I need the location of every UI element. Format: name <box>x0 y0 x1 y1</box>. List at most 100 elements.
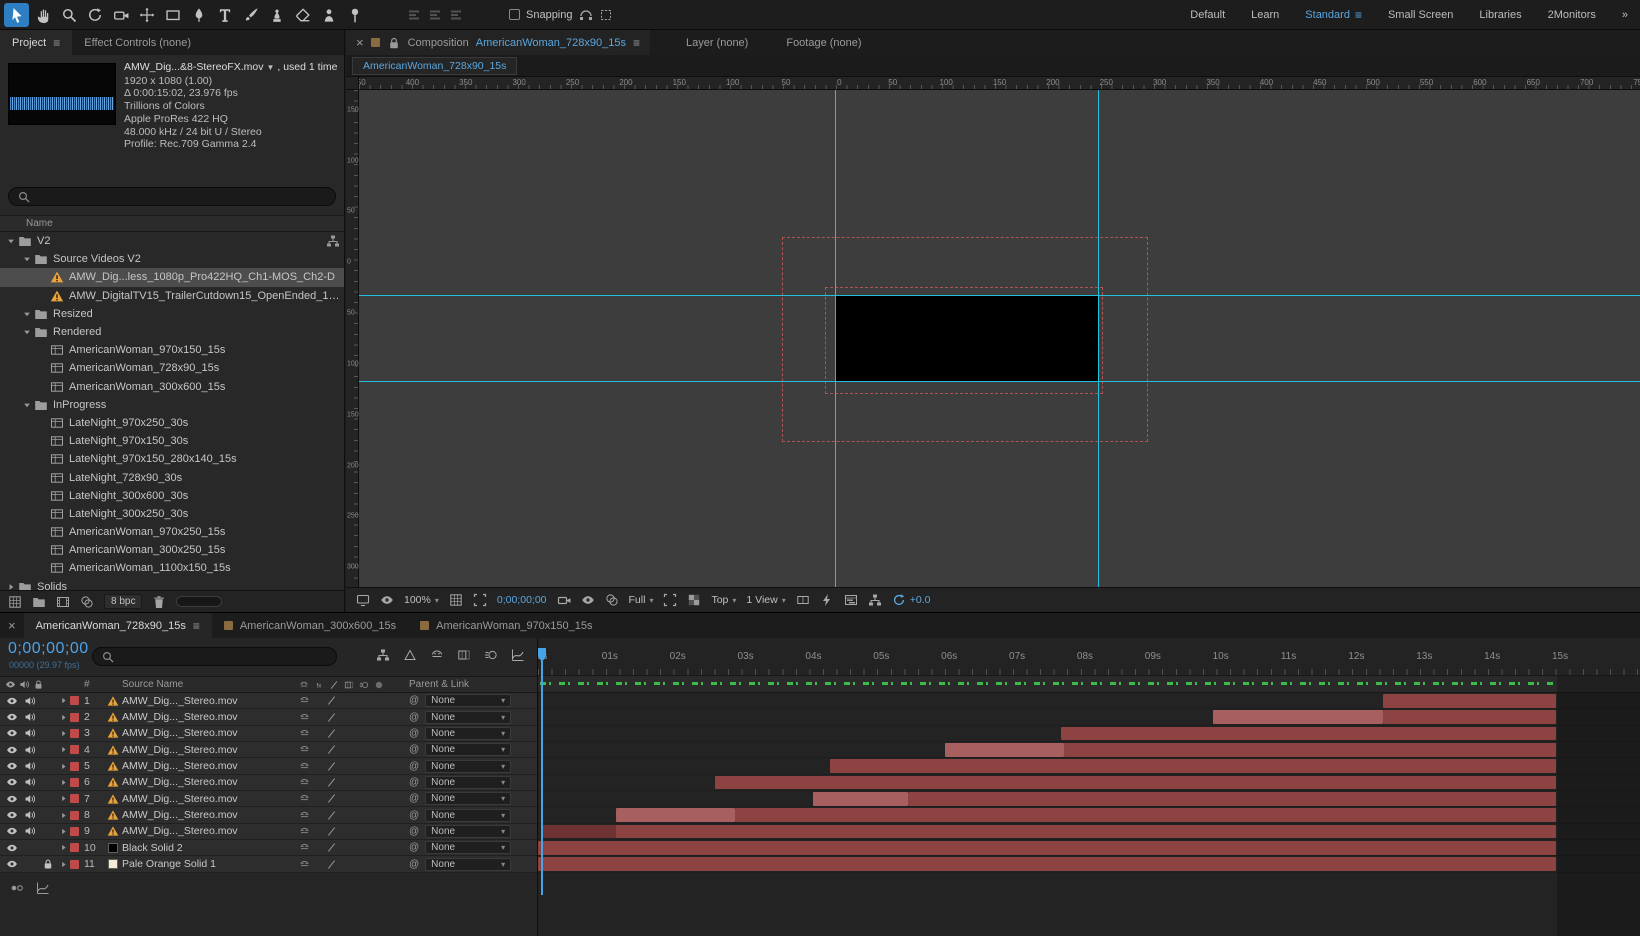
motion-blur-icon[interactable] <box>359 680 369 690</box>
twirl-right-icon[interactable] <box>4 582 17 590</box>
parent-pickwhip-icon[interactable]: @ <box>409 695 419 706</box>
timeline-tab[interactable]: AmericanWoman_300x600_15s <box>212 613 408 638</box>
view-select[interactable]: Top▾ <box>711 594 736 606</box>
timeline-tab[interactable]: AmericanWoman_728x90_15s≡ <box>24 613 212 638</box>
twirl-right-icon[interactable] <box>56 811 70 820</box>
snapping-checkbox[interactable] <box>509 9 520 20</box>
project-search[interactable] <box>8 187 336 206</box>
project-item[interactable]: AmericanWoman_300x250_15s <box>0 541 344 559</box>
project-item[interactable]: AMW_DigitalTV15_TrailerCutdown15_OpenEnd… <box>0 287 344 305</box>
lock-toggle[interactable] <box>40 727 56 740</box>
parent-select[interactable]: None▾ <box>425 694 511 707</box>
tab-effect-controls[interactable]: Effect Controls (none) <box>72 30 203 55</box>
video-toggle[interactable] <box>4 792 20 805</box>
layer-row[interactable]: 11Pale Orange Solid 1@None▾ <box>0 856 537 872</box>
current-timecode[interactable]: 0;00;00;00 <box>8 640 89 658</box>
audio-toggle[interactable] <box>22 809 38 822</box>
shy-icon[interactable] <box>299 695 310 707</box>
video-toggle[interactable] <box>4 743 20 756</box>
video-toggle[interactable] <box>4 711 20 724</box>
layer-name[interactable]: AMW_Dig..._Stereo.mov <box>122 809 291 821</box>
project-item[interactable]: LateNight_728x90_30s <box>0 468 344 486</box>
twirl-right-icon[interactable] <box>56 713 70 722</box>
label-color-chip[interactable] <box>70 729 79 738</box>
flowchart-icon[interactable] <box>868 593 882 607</box>
layer-track[interactable] <box>538 791 1640 807</box>
eye-icon[interactable] <box>5 679 16 690</box>
camera-tool[interactable] <box>108 3 133 27</box>
draft-3d-icon[interactable] <box>403 648 417 662</box>
quality-icon[interactable] <box>326 793 337 805</box>
workspace-default[interactable]: Default <box>1190 9 1225 21</box>
layer-row[interactable]: 5AMW_Dig..._Stereo.mov@None▾ <box>0 758 537 774</box>
twirl-right-icon[interactable] <box>56 696 70 705</box>
layer-track[interactable] <box>538 742 1640 758</box>
lock-toggle[interactable] <box>40 792 56 805</box>
zoom-tool[interactable] <box>56 3 81 27</box>
lock-toggle[interactable] <box>40 841 56 854</box>
guide-horizontal-top[interactable] <box>359 295 1640 296</box>
lock-toggle[interactable] <box>40 776 56 789</box>
workspace-2monitors[interactable]: 2Monitors <box>1548 9 1596 21</box>
shy-icon[interactable] <box>299 793 310 805</box>
project-item[interactable]: Source Videos V2 <box>0 250 344 268</box>
project-item[interactable]: AmericanWoman_300x600_15s <box>0 378 344 396</box>
quality-icon[interactable] <box>326 858 337 870</box>
video-toggle[interactable] <box>4 825 20 838</box>
layer-track[interactable] <box>538 758 1640 774</box>
audio-toggle[interactable] <box>22 858 38 871</box>
layer-name[interactable]: AMW_Dig..._Stereo.mov <box>122 825 291 837</box>
layer-name[interactable]: Black Solid 2 <box>122 842 291 854</box>
layer-tab[interactable]: Layer (none) <box>676 30 758 55</box>
twirl-right-icon[interactable] <box>56 762 70 771</box>
layer-name[interactable]: AMW_Dig..._Stereo.mov <box>122 744 291 756</box>
project-item[interactable]: AmericanWoman_970x250_15s <box>0 523 344 541</box>
align-icon[interactable] <box>407 8 421 22</box>
hide-shy-icon[interactable] <box>430 648 444 662</box>
audio-toggle[interactable] <box>22 776 38 789</box>
quality-icon[interactable] <box>329 680 339 690</box>
shy-icon[interactable] <box>299 809 310 821</box>
lock-toggle[interactable] <box>40 743 56 756</box>
panel-menu-icon[interactable]: ≡ <box>633 36 640 50</box>
preview-eye-icon[interactable] <box>380 593 394 607</box>
parent-select[interactable]: None▾ <box>425 809 511 822</box>
shy-icon[interactable] <box>299 680 309 690</box>
panel-menu-icon[interactable]: ≡ <box>53 36 60 50</box>
layer-name[interactable]: AMW_Dig..._Stereo.mov <box>122 776 291 788</box>
twirl-right-icon[interactable] <box>56 827 70 836</box>
parent-pickwhip-icon[interactable]: @ <box>409 810 419 821</box>
snapshot-icon[interactable] <box>557 593 571 607</box>
ruler-corner[interactable] <box>346 77 359 90</box>
frame-blend-icon[interactable] <box>344 680 354 690</box>
label-color-chip[interactable] <box>70 794 79 803</box>
project-item[interactable]: LateNight_970x250_30s <box>0 414 344 432</box>
lock-toggle[interactable] <box>40 809 56 822</box>
view-layout-select[interactable]: 1 View▾ <box>746 594 785 606</box>
audio-toggle[interactable] <box>22 694 38 707</box>
snap-shape-icon[interactable] <box>579 8 593 22</box>
layer-bar[interactable] <box>616 808 735 822</box>
label-color-chip[interactable] <box>70 811 79 820</box>
selection-tool[interactable] <box>4 3 29 27</box>
composition-frame[interactable] <box>835 295 1098 381</box>
parent-pickwhip-icon[interactable]: @ <box>409 826 419 837</box>
layer-bar[interactable] <box>715 776 1557 790</box>
parent-pickwhip-icon[interactable]: @ <box>409 761 419 772</box>
layer-bar[interactable] <box>1213 710 1383 724</box>
type-tool[interactable] <box>212 3 237 27</box>
shy-icon[interactable] <box>299 858 310 870</box>
layer-bar[interactable] <box>1383 694 1556 708</box>
layer-bar[interactable] <box>1383 710 1556 724</box>
guide-vertical-left[interactable] <box>835 90 836 587</box>
lock-toggle[interactable] <box>40 694 56 707</box>
lock-toggle[interactable] <box>40 825 56 838</box>
workspace-small-screen[interactable]: Small Screen <box>1388 9 1453 21</box>
twirl-right-icon[interactable] <box>56 843 70 852</box>
lock-icon[interactable] <box>33 679 44 690</box>
twirl-down-icon[interactable] <box>20 309 33 319</box>
layer-bar[interactable] <box>908 792 1556 806</box>
layer-track[interactable] <box>538 693 1640 709</box>
shy-icon[interactable] <box>299 842 310 854</box>
shy-icon[interactable] <box>299 711 310 723</box>
